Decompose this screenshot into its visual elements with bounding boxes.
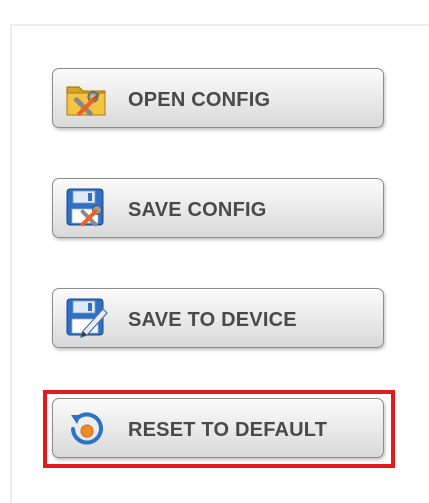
open-config-button[interactable]: OPEN CONFIG <box>52 68 384 128</box>
open-config-label: OPEN CONFIG <box>128 89 271 111</box>
save-config-icon <box>63 185 111 233</box>
save-to-device-label: SAVE TO DEVICE <box>128 309 297 331</box>
selection-highlight <box>43 390 395 468</box>
folder-tools-icon <box>63 75 111 123</box>
save-device-icon <box>63 295 111 343</box>
config-panel: OPEN CONFIG SAVE CONFIG SAVE TO DEVICE R… <box>0 0 429 503</box>
left-divider <box>10 24 12 503</box>
save-to-device-button[interactable]: SAVE TO DEVICE <box>52 288 384 348</box>
save-config-button[interactable]: SAVE CONFIG <box>52 178 384 238</box>
top-divider <box>10 24 429 26</box>
save-config-label: SAVE CONFIG <box>128 199 267 221</box>
